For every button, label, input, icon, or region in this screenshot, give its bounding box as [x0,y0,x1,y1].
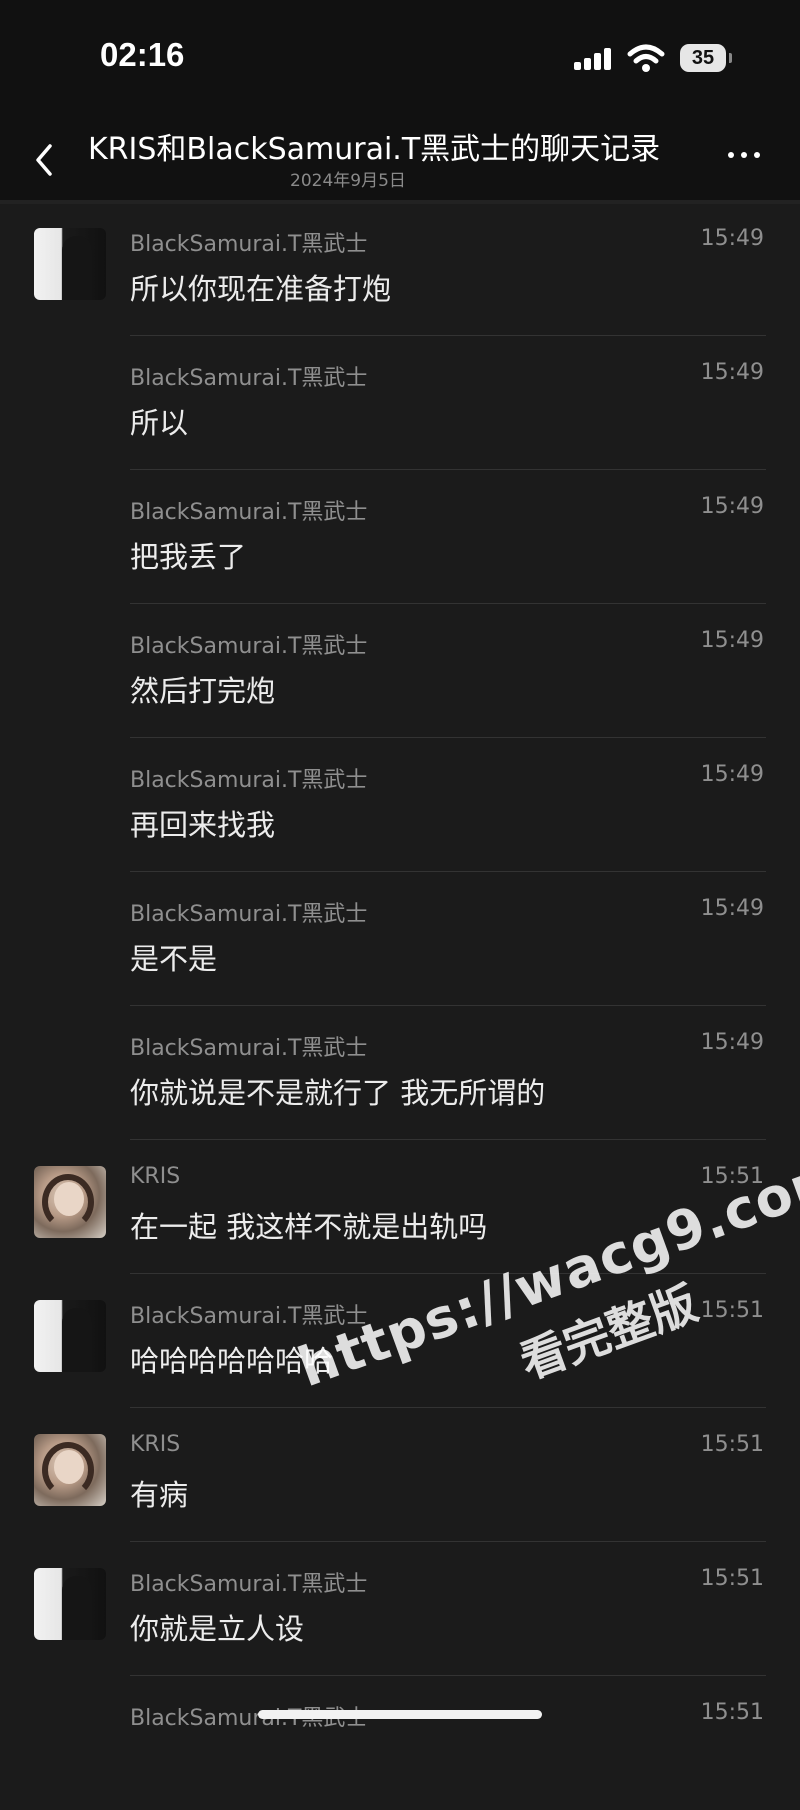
message-text: 所以你现在准备打炮 [130,272,392,306]
message-text: 你就是立人设 [130,1612,305,1646]
message-text: 在一起 我这样不就是出轨吗 [130,1210,488,1244]
sender-name: KRIS [130,1164,181,1189]
message-text: 有病 [130,1478,189,1512]
message-item[interactable]: BlackSamurai.T黑武士 15:51 [0,1676,800,1810]
avatar[interactable] [34,1434,106,1506]
message-item[interactable]: BlackSamurai.T黑武士 15:49 你就说是不是就行了 我无所谓的 [0,1006,800,1140]
status-bar: 02:16 35 [0,0,800,110]
message-time: 15:51 [700,1700,764,1725]
message-text: 你就说是不是就行了 我无所谓的 [130,1076,546,1110]
message-time: 15:51 [700,1432,764,1457]
sender-name: BlackSamurai.T黑武士 [130,1036,368,1061]
sender-name: BlackSamurai.T黑武士 [130,500,368,525]
chat-header: KRIS和BlackSamurai.T黑武士的聊天记录 2024年9月5日 [0,110,800,200]
message-text: 然后打完炮 [130,674,276,708]
message-time: 15:51 [700,1566,764,1591]
sender-name: BlackSamurai.T黑武士 [130,1304,368,1329]
message-text: 再回来找我 [130,808,276,842]
chevron-left-icon[interactable] [30,140,60,180]
sender-name: BlackSamurai.T黑武士 [130,768,368,793]
battery-indicator: 35 [680,44,732,72]
message-time: 15:49 [700,628,764,653]
message-time: 15:49 [700,226,764,251]
sender-name: BlackSamurai.T黑武士 [130,232,368,257]
message-item[interactable]: BlackSamurai.T黑武士 15:49 是不是 [0,872,800,1006]
message-text: 所以 [130,406,189,440]
message-list: BlackSamurai.T黑武士 15:49 所以你现在准备打炮 BlackS… [0,202,800,1810]
sender-name: BlackSamurai.T黑武士 [130,366,368,391]
message-time: 15:51 [700,1298,764,1323]
sender-name: BlackSamurai.T黑武士 [130,1572,368,1597]
more-dots-icon[interactable] [724,148,764,162]
avatar[interactable] [34,228,106,300]
message-time: 15:49 [700,494,764,519]
sender-name: KRIS [130,1432,181,1457]
message-time: 15:49 [700,762,764,787]
message-time: 15:51 [700,1164,764,1189]
message-item[interactable]: KRIS 15:51 有病 [0,1408,800,1542]
message-item[interactable]: BlackSamurai.T黑武士 15:49 然后打完炮 [0,604,800,738]
avatar[interactable] [34,1300,106,1372]
chat-date: 2024年9月5日 [290,171,406,191]
home-indicator[interactable] [258,1710,542,1719]
sender-name: BlackSamurai.T黑武士 [130,902,368,927]
message-item[interactable]: BlackSamurai.T黑武士 15:49 再回来找我 [0,738,800,872]
message-time: 15:49 [700,896,764,921]
avatar[interactable] [34,1568,106,1640]
message-item[interactable]: BlackSamurai.T黑武士 15:49 把我丢了 [0,470,800,604]
message-time: 15:49 [700,1030,764,1055]
message-item[interactable]: BlackSamurai.T黑武士 15:49 所以你现在准备打炮 [0,202,800,336]
message-text: 是不是 [130,942,218,976]
cellular-signal-icon [574,46,614,70]
sender-name: BlackSamurai.T黑武士 [130,634,368,659]
message-text: 哈哈哈哈哈哈哈 [130,1344,334,1378]
avatar[interactable] [34,1166,106,1238]
message-text: 把我丢了 [130,540,247,574]
message-item[interactable]: BlackSamurai.T黑武士 15:51 哈哈哈哈哈哈哈 [0,1274,800,1408]
message-time: 15:49 [700,360,764,385]
message-item[interactable]: BlackSamurai.T黑武士 15:49 所以 [0,336,800,470]
chat-title: KRIS和BlackSamurai.T黑武士的聊天记录 [88,132,661,167]
status-time: 02:16 [100,36,185,73]
message-item[interactable]: KRIS 15:51 在一起 我这样不就是出轨吗 [0,1140,800,1274]
message-item[interactable]: BlackSamurai.T黑武士 15:51 你就是立人设 [0,1542,800,1676]
wifi-icon [627,44,665,72]
